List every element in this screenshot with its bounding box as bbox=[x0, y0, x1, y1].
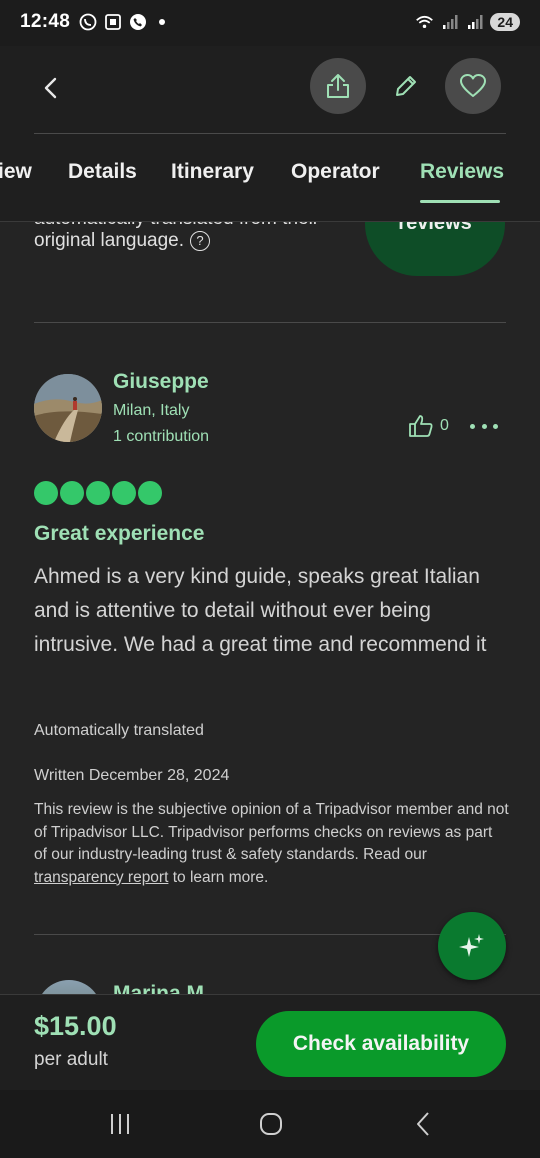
transparency-report-link[interactable]: transparency report bbox=[34, 869, 168, 886]
reviewer-location: Milan, Italy bbox=[113, 402, 190, 419]
sparkle-icon bbox=[459, 934, 484, 957]
more-dot-icon bbox=[493, 423, 498, 429]
signal-icon bbox=[440, 12, 459, 31]
back-icon bbox=[44, 77, 57, 99]
share-icon bbox=[327, 74, 349, 98]
rating-bubble-icon bbox=[60, 481, 84, 505]
review-divider bbox=[34, 934, 506, 935]
price: $15.00 bbox=[34, 1011, 117, 1041]
disclaimer-text-end: to learn more. bbox=[168, 868, 269, 886]
home-button[interactable] bbox=[251, 1108, 291, 1140]
tab-itinerary[interactable]: Itinerary bbox=[171, 160, 254, 184]
avatar-image bbox=[34, 374, 102, 442]
favorite-button[interactable] bbox=[445, 58, 501, 114]
top-header bbox=[0, 46, 540, 134]
reviewer-contributions: 1 contribution bbox=[113, 428, 210, 445]
tab-reviews[interactable]: Reviews bbox=[420, 160, 504, 184]
reviewer-name[interactable]: Marina M bbox=[113, 982, 204, 994]
helpful-vote-count: 0 bbox=[440, 417, 449, 434]
review-body: Ahmed is a very kind guide, speaks great… bbox=[34, 565, 487, 656]
tab-operator[interactable]: Operator bbox=[291, 160, 380, 184]
avatar[interactable] bbox=[34, 374, 102, 442]
active-tab-indicator bbox=[420, 200, 500, 203]
more-dot-icon bbox=[470, 423, 475, 429]
system-back-icon bbox=[417, 1112, 429, 1136]
status-icons-left bbox=[78, 12, 165, 31]
tab-details[interactable]: Details bbox=[68, 160, 137, 184]
recent-apps-icon bbox=[111, 1114, 129, 1134]
back-button[interactable] bbox=[30, 68, 70, 108]
rating-bubble-icon bbox=[34, 481, 58, 505]
pencil-icon bbox=[396, 76, 416, 96]
screenshot-icon bbox=[103, 12, 122, 31]
ai-assistant-button[interactable] bbox=[438, 912, 506, 980]
reviewer-name[interactable]: Giuseppe bbox=[113, 370, 209, 394]
review-title: Great experience bbox=[34, 522, 205, 545]
reviews-content: automatically translated from their orig… bbox=[0, 222, 540, 994]
help-icon[interactable]: ? bbox=[190, 230, 211, 251]
status-time: 12:48 bbox=[20, 11, 71, 32]
disclaimer-text: This review is the subjective opinion of… bbox=[34, 801, 509, 863]
wifi-icon bbox=[415, 12, 434, 31]
share-button[interactable] bbox=[310, 58, 366, 114]
helpful-vote-button[interactable]: 0 bbox=[408, 414, 449, 438]
recent-apps-button[interactable] bbox=[100, 1108, 140, 1140]
translation-note: original language.? bbox=[34, 230, 211, 252]
more-options-button[interactable] bbox=[470, 416, 498, 436]
system-back-button[interactable] bbox=[403, 1108, 443, 1140]
tab-bar: iew Details Itinerary Operator Reviews bbox=[0, 134, 540, 222]
more-dot-icon bbox=[481, 423, 487, 429]
auto-translated-note: Automatically translated bbox=[34, 722, 204, 739]
status-bar: 12:48 24 bbox=[0, 0, 540, 46]
written-date: Written December 28, 2024 bbox=[34, 767, 230, 784]
thumbs-up-icon bbox=[409, 415, 433, 437]
battery-icon: 24 bbox=[490, 12, 520, 31]
status-icons-right: 24 bbox=[415, 12, 520, 31]
tab-overview[interactable]: iew bbox=[0, 160, 32, 184]
rating-bubbles bbox=[34, 481, 162, 505]
check-availability-button[interactable]: Check availability bbox=[256, 1011, 506, 1077]
rating-bubble-icon bbox=[138, 481, 162, 505]
booking-bar: $15.00 per adult Check availability bbox=[0, 994, 540, 1090]
signal-icon bbox=[465, 12, 484, 31]
home-icon bbox=[260, 1113, 282, 1135]
rating-bubble-icon bbox=[112, 481, 136, 505]
original-reviews-label-2: reviews bbox=[398, 222, 472, 234]
avatar[interactable] bbox=[36, 980, 102, 994]
translation-note-cut: automatically translated from their bbox=[34, 222, 319, 230]
whatsapp-icon bbox=[78, 12, 97, 31]
heart-icon bbox=[460, 74, 486, 97]
system-navigation-bar bbox=[0, 1090, 540, 1158]
write-review-button[interactable] bbox=[378, 58, 434, 114]
notification-dot-icon bbox=[159, 18, 165, 25]
original-reviews-button[interactable]: original reviews bbox=[365, 222, 505, 276]
phone-icon bbox=[128, 12, 147, 31]
price-unit: per adult bbox=[34, 1049, 108, 1070]
section-divider bbox=[34, 322, 506, 323]
review-disclaimer: This review is the subjective opinion of… bbox=[34, 799, 509, 889]
rating-bubble-icon bbox=[86, 481, 110, 505]
translation-note-text: original language. bbox=[34, 230, 185, 251]
